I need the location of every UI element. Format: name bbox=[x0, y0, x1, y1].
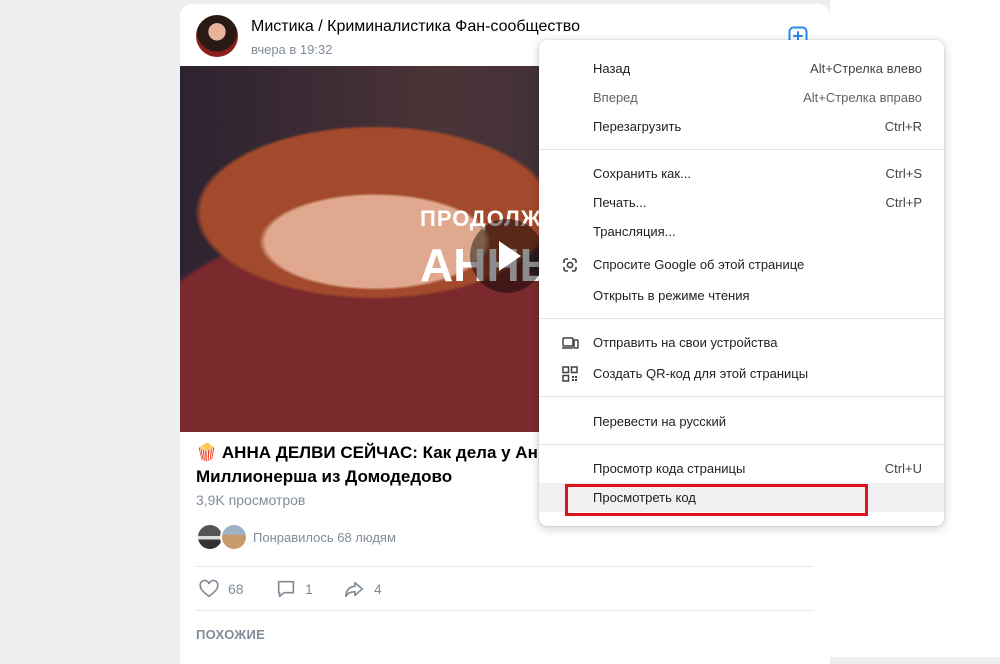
menu-item-label: Просмотр кода страницы bbox=[593, 461, 746, 476]
like-count: 68 bbox=[228, 581, 244, 597]
menu-item-reload[interactable]: Перезагрузить Ctrl+R bbox=[539, 112, 944, 141]
post-timestamp[interactable]: вчера в 19:32 bbox=[251, 42, 332, 57]
menu-item-shortcut: Alt+Стрелка влево bbox=[810, 61, 922, 76]
menu-item-send-to-devices[interactable]: Отправить на свои устройства bbox=[539, 328, 944, 357]
comment-count: 1 bbox=[305, 581, 313, 597]
menu-item-label: Назад bbox=[593, 61, 631, 76]
menu-item-shortcut: Ctrl+P bbox=[885, 195, 922, 210]
menu-item-save-as[interactable]: Сохранить как... Ctrl+S bbox=[539, 159, 944, 188]
liker-avatar[interactable] bbox=[220, 523, 249, 551]
video-title-line1[interactable]: АННА ДЕЛВИ СЕЙЧАС: Как дела у Ан bbox=[222, 443, 538, 462]
menu-item-ask-google[interactable]: Спросите Google об этой странице bbox=[539, 250, 944, 279]
video-title-line2[interactable]: Миллионерша из Домодедово bbox=[196, 467, 452, 486]
menu-item-label: Сохранить как... bbox=[593, 166, 691, 181]
view-count: 3,9K просмотров bbox=[196, 492, 306, 508]
menu-item-cast[interactable]: Трансляция... bbox=[539, 217, 944, 246]
share-button[interactable]: 4 bbox=[342, 578, 382, 600]
group-avatar[interactable] bbox=[196, 15, 238, 57]
comment-button[interactable]: 1 bbox=[275, 578, 313, 600]
annotation-highlight-box bbox=[565, 484, 868, 516]
likes-summary[interactable]: Понравилось 68 людям bbox=[253, 530, 396, 545]
menu-item-label: Вперед bbox=[593, 90, 638, 105]
menu-item-view-source[interactable]: Просмотр кода страницы Ctrl+U bbox=[539, 454, 944, 483]
menu-item-forward[interactable]: Вперед Alt+Стрелка вправо bbox=[539, 83, 944, 112]
menu-item-print[interactable]: Печать... Ctrl+P bbox=[539, 188, 944, 217]
menu-item-shortcut: Ctrl+U bbox=[884, 461, 922, 476]
menu-separator bbox=[539, 444, 944, 445]
share-icon bbox=[344, 581, 364, 598]
menu-item-label: Создать QR-код для этой страницы bbox=[593, 366, 809, 381]
browser-context-menu: Назад Alt+Стрелка влево Вперед Alt+Стрел… bbox=[539, 40, 944, 526]
divider bbox=[196, 566, 814, 567]
qr-code-icon bbox=[562, 366, 578, 382]
menu-item-shortcut: Ctrl+R bbox=[884, 119, 922, 134]
menu-item-back[interactable]: Назад Alt+Стрелка влево bbox=[539, 54, 944, 83]
google-lens-icon bbox=[563, 258, 577, 272]
play-button[interactable] bbox=[470, 219, 544, 293]
menu-item-label: Отправить на свои устройства bbox=[593, 335, 778, 350]
menu-item-translate[interactable]: Перевести на русский bbox=[539, 407, 944, 436]
menu-item-label: Печать... bbox=[593, 195, 647, 210]
menu-item-label: Открыть в режиме чтения bbox=[593, 288, 750, 303]
share-count: 4 bbox=[374, 581, 382, 597]
menu-item-create-qr[interactable]: Создать QR-код для этой страницы bbox=[539, 359, 944, 388]
menu-item-label: Перезагрузить bbox=[593, 119, 682, 134]
menu-item-shortcut: Alt+Стрелка вправо bbox=[803, 90, 922, 105]
menu-separator bbox=[539, 318, 944, 319]
heart-icon bbox=[199, 579, 219, 598]
menu-item-reading-mode[interactable]: Открыть в режиме чтения bbox=[539, 281, 944, 310]
like-button[interactable]: 68 bbox=[198, 578, 244, 600]
menu-separator bbox=[539, 149, 944, 150]
comment-icon bbox=[277, 580, 295, 598]
menu-item-label: Перевести на русский bbox=[593, 414, 727, 429]
menu-item-shortcut: Ctrl+S bbox=[885, 166, 922, 181]
group-name-link[interactable]: Мистика / Криминалистика Фан-сообщество bbox=[251, 18, 580, 36]
similar-section-heading: ПОХОЖИЕ bbox=[196, 627, 266, 642]
likers-avatars[interactable] bbox=[196, 523, 249, 556]
popcorn-icon: 🍿 bbox=[196, 443, 218, 462]
devices-icon bbox=[562, 337, 579, 349]
menu-separator bbox=[539, 396, 944, 397]
divider bbox=[196, 610, 814, 611]
menu-item-label: Трансляция... bbox=[593, 224, 676, 239]
menu-item-label: Спросите Google об этой странице bbox=[593, 257, 805, 272]
